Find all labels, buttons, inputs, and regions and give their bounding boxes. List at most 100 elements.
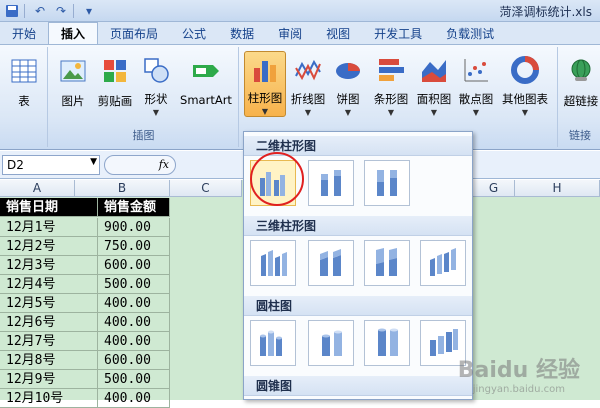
smartart-icon xyxy=(190,55,222,87)
date-cell[interactable]: 12月5号 xyxy=(0,294,98,313)
tab-view[interactable]: 视图 xyxy=(314,22,362,44)
other-charts-button[interactable]: 其他图表 ▼ xyxy=(498,51,552,117)
percent-stacked-cylinder-option[interactable] xyxy=(364,320,410,366)
links-group-label: 链接 xyxy=(569,129,591,142)
area-chart-label: 面积图 xyxy=(416,92,452,106)
title-bar: ↶ ↷ ▾ 菏泽调标统计.xls xyxy=(0,0,600,22)
stacked-column-icon xyxy=(321,170,341,196)
table-label: 表 xyxy=(18,94,30,108)
scatter-chart-button[interactable]: 散点图 ▼ xyxy=(456,51,496,117)
column-chart-label: 柱形图 xyxy=(247,91,283,105)
customize-quick-access-icon[interactable]: ▾ xyxy=(80,3,98,19)
chevron-down-icon: ▼ xyxy=(387,108,395,117)
tab-developer[interactable]: 开发工具 xyxy=(362,22,434,44)
table-button[interactable]: 表 xyxy=(6,51,42,117)
area-chart-button[interactable]: 面积图 ▼ xyxy=(414,51,454,117)
picture-button[interactable]: 图片 xyxy=(55,51,91,117)
amount-cell[interactable]: 500.00 xyxy=(98,275,170,294)
hyperlink-button[interactable]: 超链接 xyxy=(562,51,600,117)
tab-formulas[interactable]: 公式 xyxy=(170,22,218,44)
tab-insert[interactable]: 插入 xyxy=(48,22,99,44)
column-header-c[interactable]: C xyxy=(170,180,242,197)
3d-percent-stacked-column-option[interactable] xyxy=(364,240,410,286)
group-illustrations: 图片 剪贴画 形状 ▼ SmartArt 插图 xyxy=(49,47,239,147)
column-chart-button[interactable]: 柱形图 ▼ xyxy=(244,51,286,117)
3d-clustered-column-option[interactable] xyxy=(250,240,296,286)
pie-chart-button[interactable]: 饼图 ▼ xyxy=(330,51,366,117)
chevron-down-icon: ▼ xyxy=(152,108,160,117)
column-header-a[interactable]: A xyxy=(0,180,75,197)
date-cell[interactable]: 12月6号 xyxy=(0,313,98,332)
column-header-g[interactable]: G xyxy=(473,180,515,197)
bar-chart-icon xyxy=(375,55,407,85)
globe-link-icon xyxy=(565,55,597,87)
amount-cell[interactable]: 600.00 xyxy=(98,256,170,275)
tab-data[interactable]: 数据 xyxy=(218,22,266,44)
donut-chart-icon xyxy=(509,55,541,85)
clustered-cylinder-option[interactable] xyxy=(250,320,296,366)
bar-chart-button[interactable]: 条形图 ▼ xyxy=(370,51,412,117)
redo-icon[interactable]: ↷ xyxy=(52,3,70,19)
gallery-section-cone: 圆锥图 xyxy=(244,376,472,396)
chevron-down-icon: ▼ xyxy=(344,108,352,117)
3d-clustered-column-icon xyxy=(261,250,287,276)
tab-page-layout[interactable]: 页面布局 xyxy=(98,22,170,44)
scatter-chart-label: 散点图 xyxy=(458,92,494,106)
clipart-button[interactable]: 剪贴画 xyxy=(95,51,135,117)
date-cell[interactable]: 12月1号 xyxy=(0,218,98,237)
picture-label: 图片 xyxy=(61,94,85,108)
watermark: Baidu 经验 jingyan.baidu.com xyxy=(458,352,580,395)
3d-stacked-column-icon xyxy=(320,249,341,276)
group-links: 超链接 链接 xyxy=(560,47,600,147)
line-chart-label: 折线图 xyxy=(290,92,326,106)
table-icon xyxy=(8,55,40,87)
column-header-h[interactable]: H xyxy=(515,180,600,197)
stacked-cylinder-icon xyxy=(322,330,342,356)
amount-cell[interactable]: 600.00 xyxy=(98,351,170,370)
amount-cell[interactable]: 400.00 xyxy=(98,313,170,332)
smartart-button[interactable]: SmartArt xyxy=(177,51,235,117)
chevron-down-icon[interactable]: ▼ xyxy=(90,157,97,167)
gallery-section-3d-column: 三维柱形图 xyxy=(244,216,472,236)
ribbon-tabs: 开始 插入 页面布局 公式 数据 审阅 视图 开发工具 负载测试 xyxy=(0,22,600,44)
bar-chart-label: 条形图 xyxy=(373,92,409,106)
amount-cell[interactable]: 500.00 xyxy=(98,370,170,389)
tab-home[interactable]: 开始 xyxy=(0,22,48,44)
area-chart-icon xyxy=(418,55,450,85)
3d-column-option[interactable] xyxy=(420,240,466,286)
watermark-url: jingyan.baidu.com xyxy=(472,384,566,395)
stacked-cylinder-option[interactable] xyxy=(308,320,354,366)
save-icon[interactable] xyxy=(3,3,21,19)
line-chart-button[interactable]: 折线图 ▼ xyxy=(288,51,328,117)
pie-chart-icon xyxy=(332,55,364,85)
amount-cell[interactable]: 400.00 xyxy=(98,332,170,351)
watermark-brand: Baidu 经验 xyxy=(457,358,580,383)
3d-stacked-column-option[interactable] xyxy=(308,240,354,286)
tab-review[interactable]: 审阅 xyxy=(266,22,314,44)
3d-cylinder-icon xyxy=(430,329,458,356)
stacked-column-option[interactable] xyxy=(308,160,354,206)
name-box[interactable]: D2 ▼ xyxy=(2,155,100,175)
amount-cell[interactable]: 900.00 xyxy=(98,218,170,237)
header-cell-amount[interactable]: 销售金额 xyxy=(98,198,170,217)
undo-icon[interactable]: ↶ xyxy=(31,3,49,19)
date-cell[interactable]: 12月10号 xyxy=(0,389,98,408)
date-cell[interactable]: 12月2号 xyxy=(0,237,98,256)
smartart-label: SmartArt xyxy=(180,93,232,107)
amount-cell[interactable]: 400.00 xyxy=(98,294,170,313)
amount-cell[interactable]: 750.00 xyxy=(98,237,170,256)
percent-stacked-column-option[interactable] xyxy=(364,160,410,206)
column-header-b[interactable]: B xyxy=(75,180,170,197)
date-cell[interactable]: 12月9号 xyxy=(0,370,98,389)
chevron-down-icon: ▼ xyxy=(261,107,269,116)
shapes-button[interactable]: 形状 ▼ xyxy=(139,51,173,117)
date-cell[interactable]: 12月4号 xyxy=(0,275,98,294)
date-cell[interactable]: 12月7号 xyxy=(0,332,98,351)
tab-load-test[interactable]: 负载测试 xyxy=(434,22,506,44)
window-title: 菏泽调标统计.xls xyxy=(499,5,592,19)
date-cell[interactable]: 12月8号 xyxy=(0,351,98,370)
header-cell-date[interactable]: 销售日期 xyxy=(0,198,98,217)
date-cell[interactable]: 12月3号 xyxy=(0,256,98,275)
amount-cell[interactable]: 400.00 xyxy=(98,389,170,408)
insert-function-icon[interactable]: fx xyxy=(159,158,169,171)
